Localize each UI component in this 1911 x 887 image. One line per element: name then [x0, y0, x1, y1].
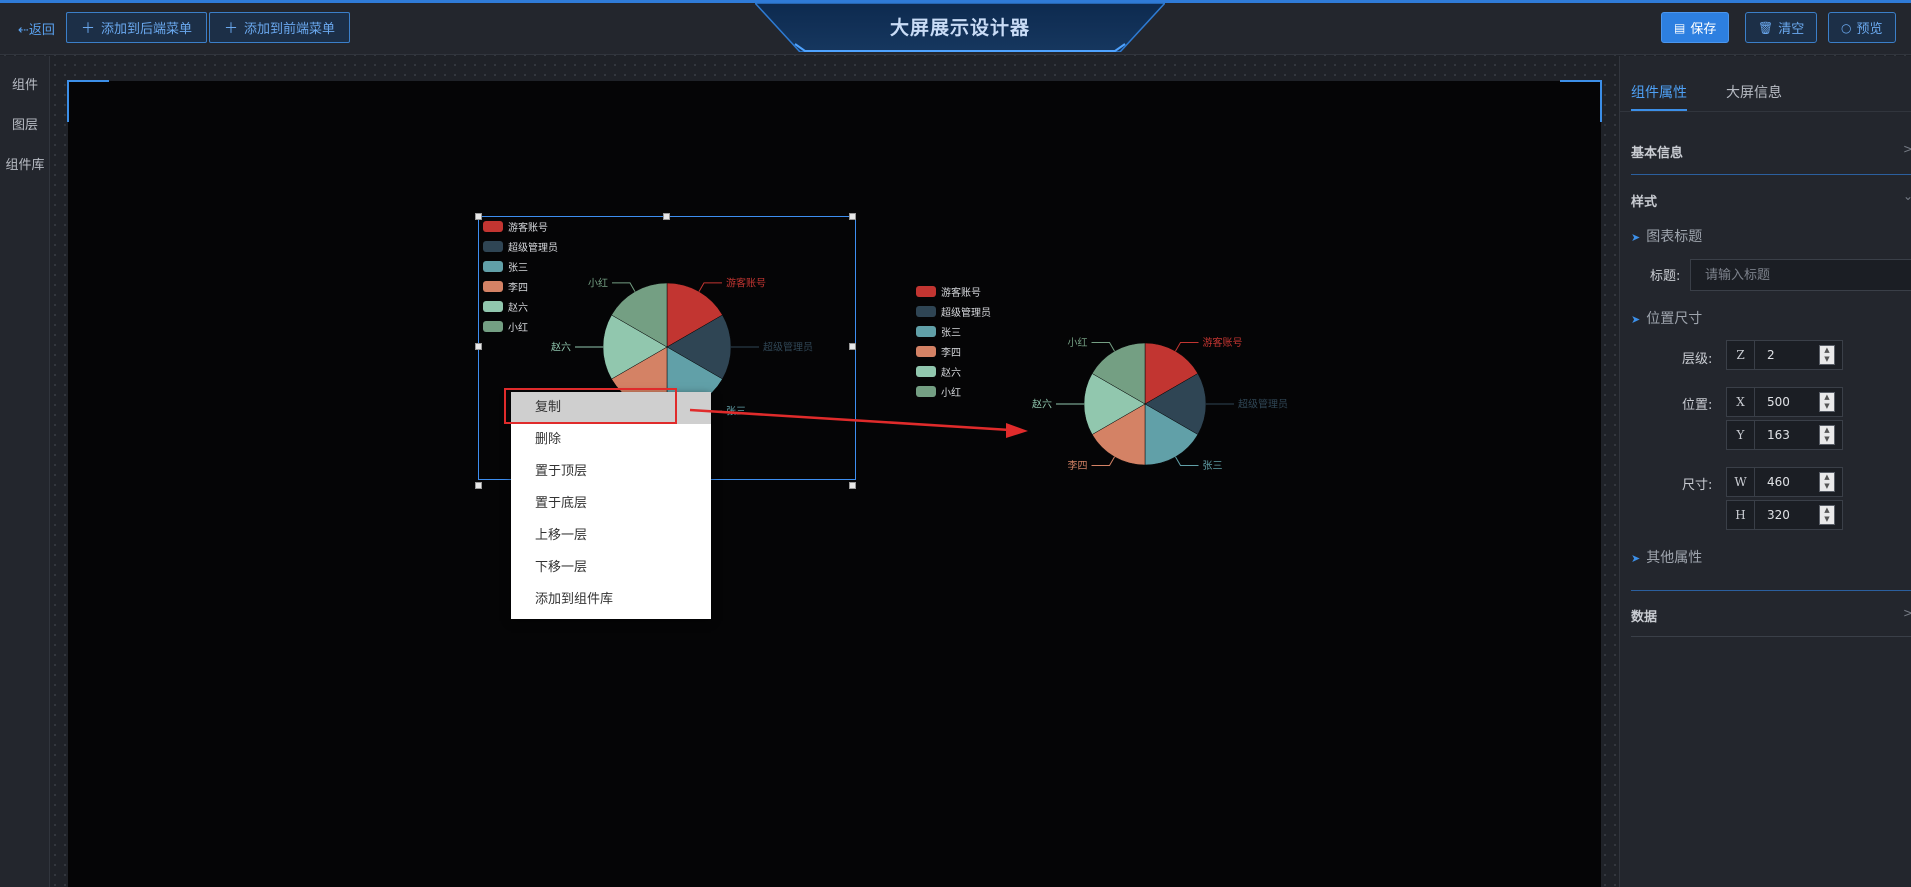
y-position-input[interactable]: Y 163 ▲ ▼ [1726, 420, 1843, 450]
pie-label-line [1175, 342, 1199, 352]
z-prefix: Z [1727, 341, 1755, 369]
level-label: 层级: [1682, 352, 1713, 367]
pie-label-line [1091, 456, 1115, 466]
panel-tabs: 组件属性 大屏信息 [1620, 56, 1911, 112]
h-value[interactable]: 320 [1755, 501, 1819, 529]
y-prefix: Y [1727, 421, 1755, 449]
z-value[interactable]: 2 [1755, 341, 1819, 369]
menu-item-bring-to-front[interactable]: 置于顶层 [511, 456, 711, 488]
size-label: 尺寸: [1682, 478, 1713, 493]
y-value[interactable]: 163 [1755, 421, 1819, 449]
title-input[interactable] [1690, 259, 1911, 291]
group-other-properties[interactable]: ➤ 其他属性 [1631, 547, 1702, 567]
menu-item-add-to-library[interactable]: 添加到组件库 [511, 584, 711, 616]
stepper-icon[interactable]: ▲ ▼ [1819, 345, 1835, 365]
menu-item-delete[interactable]: 删除 [511, 424, 711, 456]
pie-label-line [1175, 456, 1199, 466]
group-position-size-label: 位置尺寸 [1646, 311, 1703, 327]
w-value[interactable]: 460 [1755, 468, 1819, 496]
chevron-right-icon: > [1903, 142, 1911, 156]
group-position-size[interactable]: ➤ 位置尺寸 [1631, 308, 1702, 328]
group-chart-title-label: 图表标题 [1646, 229, 1703, 245]
pie-label: 小红 [1068, 336, 1088, 349]
group-other-properties-label: 其他属性 [1646, 550, 1703, 566]
section-divider [1631, 174, 1911, 175]
x-value[interactable]: 500 [1755, 388, 1819, 416]
section-basic-info[interactable]: 基本信息 [1631, 142, 1683, 161]
section-data[interactable]: 数据 [1631, 606, 1657, 625]
menu-item-move-down[interactable]: 下移一层 [511, 552, 711, 584]
chevron-right-icon: > [1903, 606, 1911, 620]
position-label: 位置: [1682, 398, 1713, 413]
section-divider [1631, 590, 1911, 591]
stepper-icon[interactable]: ▲ ▼ [1819, 505, 1835, 525]
stepper-icon[interactable]: ▲ ▼ [1819, 472, 1835, 492]
caret-right-icon: ➤ [1631, 231, 1641, 244]
group-chart-title[interactable]: ➤ 图表标题 [1631, 226, 1702, 246]
stepper-icon[interactable]: ▲ ▼ [1819, 392, 1835, 412]
pie-label: 李四 [1068, 459, 1088, 472]
tab-component-properties[interactable]: 组件属性 [1631, 82, 1687, 102]
context-menu: 复制 删除 置于顶层 置于底层 上移一层 下移一层 添加到组件库 [511, 392, 711, 619]
pie-label: 赵六 [1032, 398, 1052, 411]
h-prefix: H [1727, 501, 1755, 529]
x-prefix: X [1727, 388, 1755, 416]
pie-label-line [1091, 342, 1115, 352]
caret-right-icon: ➤ [1631, 313, 1641, 326]
menu-item-move-up[interactable]: 上移一层 [511, 520, 711, 552]
w-prefix: W [1727, 468, 1755, 496]
x-position-input[interactable]: X 500 ▲ ▼ [1726, 387, 1843, 417]
right-panel: 组件属性 大屏信息 基本信息 > 样式 ⌄ ➤ 图表标题 标题: ➤ 位置尺寸 层级… [1619, 56, 1911, 887]
stepper-icon[interactable]: ▲ ▼ [1819, 425, 1835, 445]
tab-active-indicator [1631, 109, 1687, 111]
pie-label: 超级管理员 [1238, 398, 1288, 411]
caret-right-icon: ➤ [1631, 552, 1641, 565]
title-label: 标题: [1650, 269, 1681, 284]
width-input[interactable]: W 460 ▲ ▼ [1726, 467, 1843, 497]
chevron-down-icon: ⌄ [1903, 189, 1911, 203]
pie-label: 游客账号 [1203, 336, 1243, 349]
section-style[interactable]: 样式 [1631, 191, 1657, 210]
section-divider [1631, 636, 1911, 637]
z-index-input[interactable]: Z 2 ▲ ▼ [1726, 340, 1843, 370]
tab-screen-info[interactable]: 大屏信息 [1726, 82, 1782, 102]
highlight-box [504, 388, 677, 424]
height-input[interactable]: H 320 ▲ ▼ [1726, 500, 1843, 530]
menu-item-send-to-back[interactable]: 置于底层 [511, 488, 711, 520]
pie-label: 张三 [1203, 460, 1223, 472]
